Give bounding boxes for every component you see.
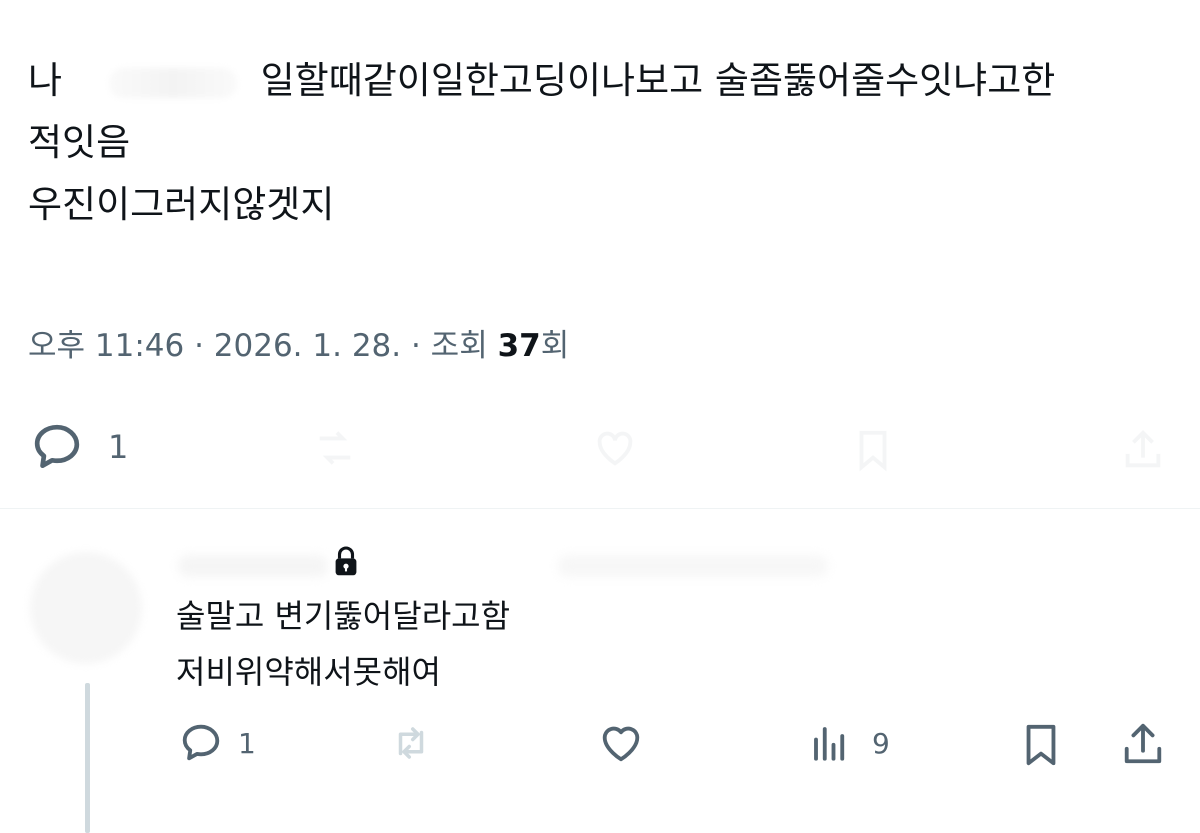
tweet-meta: 오후 11:46 · 2026. 1. 28. · 조회 37회 — [28, 320, 569, 365]
redacted-handle — [558, 555, 828, 577]
redacted-name — [109, 67, 238, 98]
reply-views-button[interactable]: 9 — [808, 722, 890, 764]
comment-bubble-icon — [34, 424, 80, 468]
retweet-button[interactable] — [310, 425, 360, 471]
reply-body: 술말고 변기뚫어달라고함 저비위약해서못해여 — [176, 588, 510, 700]
avatar[interactable] — [30, 552, 142, 664]
reply-line-1: 술말고 변기뚫어달라고함 — [176, 597, 511, 635]
share-upload-icon — [1124, 723, 1162, 764]
like-button[interactable] — [590, 425, 640, 471]
bookmark-icon — [859, 430, 887, 472]
redacted-display-name[interactable] — [178, 555, 328, 577]
retweet-icon — [319, 431, 351, 465]
tweet-text-line1: 일할때같이일한고딩이나보고 술좀뚫어줄수잇냐고한 — [260, 59, 1056, 102]
tweet-line-1: 나 일할때같이일한고딩이나보고 술좀뚫어줄수잇냐고한 — [28, 50, 1178, 112]
view-suffix: 회 — [540, 328, 570, 364]
bookmark-icon — [1026, 724, 1056, 766]
reply-share-button[interactable] — [1120, 720, 1166, 768]
reply-reply-button[interactable]: 1 — [176, 720, 256, 766]
reply-bookmark-button[interactable] — [1018, 720, 1064, 770]
heart-icon — [597, 431, 633, 466]
tweet-action-bar: 1 — [0, 405, 1200, 485]
reply-reply-count: 1 — [238, 726, 256, 760]
reply-like-button[interactable] — [596, 720, 646, 766]
tweet-line-3: 우진이그러지않겟지 — [28, 183, 335, 226]
reply-header — [178, 545, 828, 585]
tweet-body: 나 일할때같이일한고딩이나보고 술좀뚫어줄수잇냐고한 적잇음 우진이그러지않겟지 — [28, 50, 1178, 236]
tweet-text-start: 나 — [28, 59, 63, 102]
divider — [0, 508, 1200, 509]
timestamp[interactable]: 오후 11:46 · 2026. 1. 28. · 조회 — [28, 328, 498, 364]
reply-action-bar: 1 9 — [0, 712, 1200, 782]
share-button[interactable] — [1120, 425, 1166, 475]
reply-retweet-button[interactable] — [384, 722, 438, 764]
lock-icon — [335, 546, 357, 576]
reply-view-count: 9 — [872, 726, 890, 760]
reply-count: 1 — [108, 428, 129, 466]
bookmark-button[interactable] — [850, 425, 896, 475]
view-count: 37 — [497, 328, 541, 364]
bar-chart-icon — [814, 727, 845, 761]
reply-line-2: 저비위약해서못해여 — [176, 653, 441, 691]
tweet-line-2: 적잇음 — [28, 121, 131, 164]
heart-icon — [602, 726, 640, 762]
comment-bubble-icon — [182, 724, 220, 761]
share-upload-icon — [1125, 430, 1161, 468]
retweet-icon — [398, 727, 424, 759]
reply-button[interactable]: 1 — [26, 419, 128, 475]
